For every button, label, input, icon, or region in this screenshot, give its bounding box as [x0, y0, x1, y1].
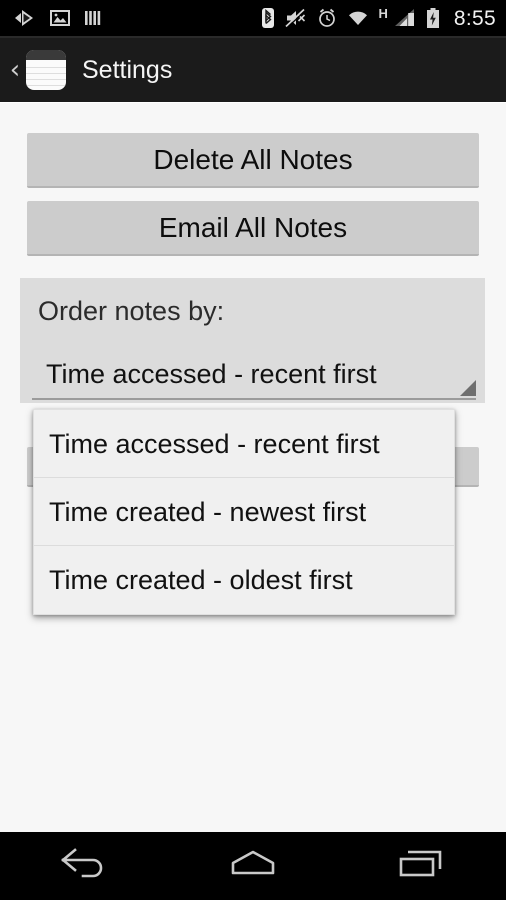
app-icon-header-band	[26, 50, 66, 60]
alarm-clock-icon	[317, 8, 337, 28]
status-bar-right-icons: H 8:55	[261, 5, 496, 30]
bars-icon	[84, 9, 102, 27]
signal-bars-icon	[394, 8, 416, 28]
bluetooth-icon	[261, 8, 275, 28]
content-top-edge	[0, 102, 506, 103]
status-bar-clock: 8:55	[453, 6, 496, 30]
status-bar: H 8:55	[0, 0, 506, 36]
nav-home-icon	[225, 847, 281, 886]
wifi-icon	[347, 9, 369, 27]
order-notes-label: Order notes by:	[38, 296, 225, 326]
network-type-icon: H	[378, 5, 388, 21]
volume-mute-icon	[284, 8, 307, 28]
notepad-app-icon[interactable]	[26, 50, 66, 90]
nav-back-button[interactable]	[29, 832, 139, 900]
gallery-image-icon	[50, 9, 70, 27]
back-chevron-icon[interactable]: ‹	[6, 57, 24, 83]
spinner-dropdown-triangle-icon	[460, 380, 476, 396]
nav-recents-button[interactable]	[367, 832, 477, 900]
delete-all-notes-button[interactable]: Delete All Notes	[27, 133, 479, 188]
nav-recents-icon	[396, 847, 448, 886]
status-bar-left-icons	[14, 9, 102, 27]
dropdown-option-2[interactable]: Time created - oldest first	[34, 546, 454, 614]
order-notes-spinner[interactable]: Time accessed - recent first	[32, 354, 476, 400]
app-icon-line	[26, 79, 66, 80]
page-title: Settings	[82, 55, 173, 84]
navigation-bar	[0, 832, 506, 900]
email-all-notes-button[interactable]: Email All Notes	[27, 201, 479, 256]
order-notes-spinner-value: Time accessed - recent first	[46, 359, 377, 389]
order-notes-section: Order notes by: Time accessed - recent f…	[20, 278, 485, 403]
nav-home-button[interactable]	[198, 832, 308, 900]
app-icon-line	[26, 67, 66, 68]
android-screen: H 8:55 ‹ Settings Delete All Notes Email…	[0, 0, 506, 900]
settings-content: Delete All Notes Email All Notes Order n…	[0, 102, 506, 832]
order-notes-dropdown-popup: Time accessed - recent first Time create…	[33, 409, 455, 615]
dropdown-option-0[interactable]: Time accessed - recent first	[34, 410, 454, 478]
media-play-icon	[14, 9, 36, 27]
dropdown-option-1[interactable]: Time created - newest first	[34, 478, 454, 546]
nav-back-arrow-icon	[59, 847, 109, 886]
app-icon-line	[26, 73, 66, 74]
app-icon-line	[26, 85, 66, 86]
action-bar: ‹ Settings	[0, 38, 506, 102]
battery-charging-icon	[426, 7, 440, 29]
